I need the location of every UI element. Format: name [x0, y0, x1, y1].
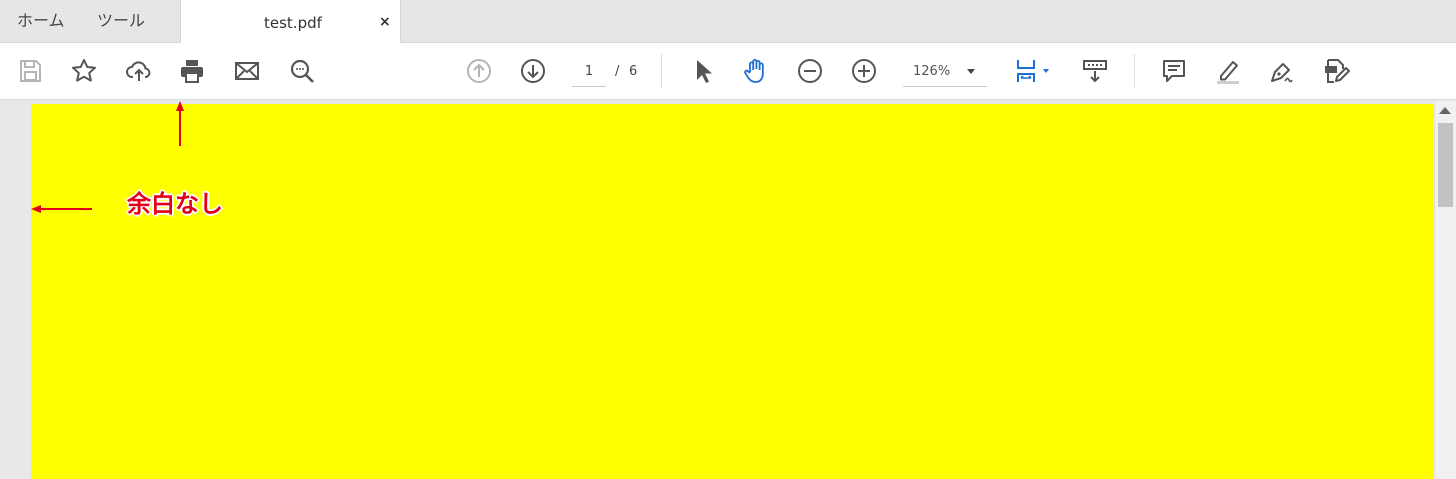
- pdf-viewer-window: ホーム ツール test.pdf × 1 / 6 126% 余白なし: [0, 0, 1456, 479]
- annotation-label: 余白なし: [127, 190, 223, 218]
- arrow-to-print-icon: [176, 101, 184, 146]
- arrow-to-page-edge: [31, 205, 92, 213]
- annotation-arrows: [31, 101, 184, 213]
